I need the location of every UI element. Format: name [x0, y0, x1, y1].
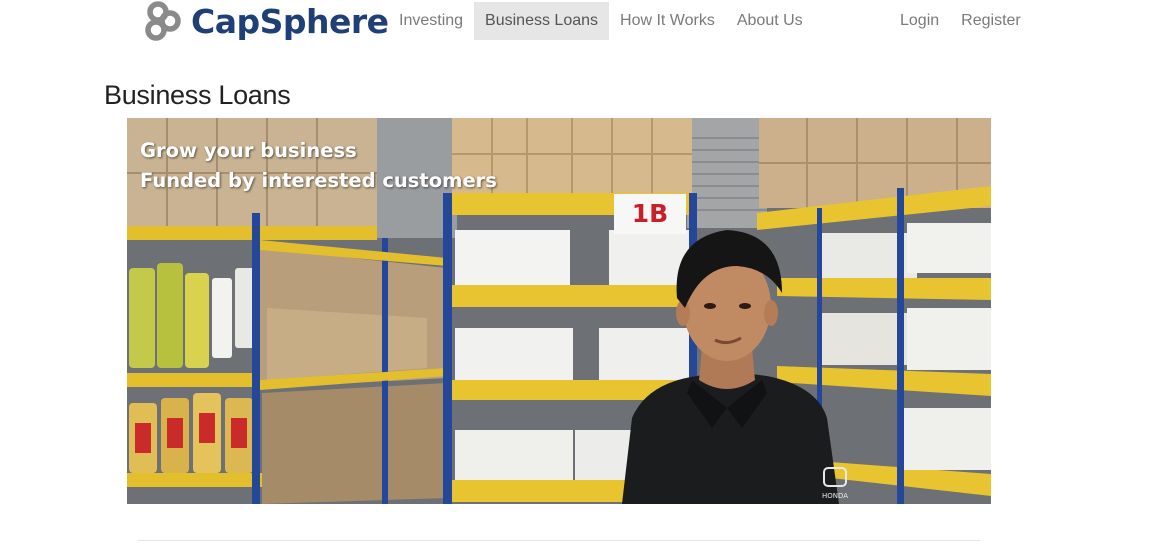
nav-investing[interactable]: Investing [388, 2, 474, 40]
account-nav: Login Register [889, 2, 1032, 40]
brand-logo[interactable]: CapSphere [143, 0, 389, 42]
nav-how-it-works[interactable]: How It Works [609, 2, 726, 40]
register-link[interactable]: Register [950, 2, 1032, 40]
hero-banner: 1B HONDA Grow your business Funded by in… [127, 118, 991, 504]
nav-business-loans[interactable]: Business Loans [474, 2, 610, 40]
hero-subheadline: Funded by interested customers [140, 169, 497, 192]
content-divider [138, 540, 980, 541]
capsphere-logo-icon [145, 1, 181, 41]
page-title: Business Loans [104, 80, 291, 110]
hero-headline: Grow your business [140, 139, 357, 162]
hero-caption: Grow your business Funded by interested … [140, 136, 497, 196]
shelf-label: 1B [632, 199, 668, 228]
main-nav: Investing Business Loans How It Works Ab… [388, 2, 814, 40]
login-link[interactable]: Login [889, 2, 950, 40]
nav-about-us[interactable]: About Us [726, 2, 814, 40]
shirt-logo-text: HONDA [822, 492, 848, 500]
brand-name: CapSphere [191, 1, 389, 41]
